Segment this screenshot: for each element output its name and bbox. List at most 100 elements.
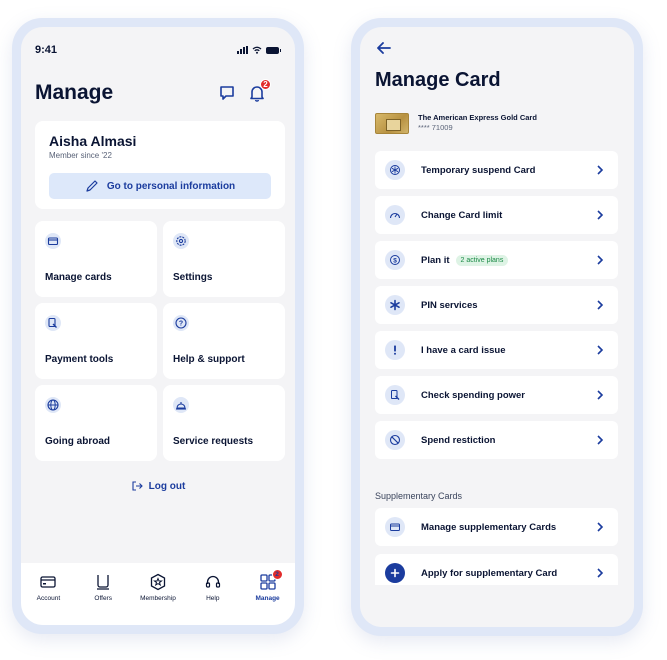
tile-label: Manage cards (45, 272, 112, 283)
card-number: **** 71009 (418, 123, 453, 132)
action-pin-services[interactable]: PIN services (375, 286, 618, 324)
tile-help-support[interactable]: ? Help & support (163, 303, 285, 379)
action-icon-bg (385, 205, 405, 225)
asterisk-icon (390, 299, 400, 311)
member-since: Member since '22 (49, 151, 112, 160)
chevron-right-icon (597, 390, 604, 400)
tile-label: Payment tools (45, 354, 114, 365)
chevron-right-icon (597, 300, 604, 310)
card-name: The American Express Gold Card (418, 113, 537, 122)
wifi-icon (252, 46, 262, 54)
signal-icon (237, 46, 248, 54)
chat-icon[interactable] (217, 83, 237, 103)
logout-label: Log out (148, 480, 186, 492)
action-icon-bg: $ (385, 250, 405, 270)
offers-bag-icon (97, 575, 110, 590)
service-bell-icon (173, 397, 189, 413)
personal-info-label: Go to personal information (106, 180, 236, 192)
help-headset-icon (205, 575, 220, 588)
settings-gear-icon (173, 233, 189, 249)
card-thumbnail (375, 113, 409, 134)
action-card-issue[interactable]: I have a card issue (375, 331, 618, 369)
page-title: Manage (35, 81, 114, 104)
action-spend-restriction[interactable]: Spend restiction (375, 421, 618, 459)
tab-badge: 2 (271, 569, 283, 580)
plan-dollar-icon: $ (390, 255, 400, 265)
spending-power-icon (391, 390, 400, 400)
tile-manage-cards[interactable]: Manage cards (35, 221, 157, 297)
svg-text:$: $ (393, 257, 397, 264)
pencil-icon (86, 180, 98, 192)
supplementary-section-label: Supplementary Cards (375, 491, 463, 501)
tab-label: Account (36, 595, 61, 602)
action-icon-bg (385, 160, 405, 180)
action-label: PIN services (421, 299, 478, 311)
restriction-icon (389, 434, 401, 446)
action-icon-bg (385, 430, 405, 450)
tab-label: Offers (94, 595, 112, 602)
chevron-right-icon (597, 210, 604, 220)
logout-button[interactable]: Log out (21, 480, 295, 492)
action-label: Spend restiction (421, 434, 496, 446)
card-icon (390, 523, 400, 531)
exclamation-icon (394, 345, 396, 355)
status-bar: 9:41 (35, 43, 281, 57)
help-question-icon: ? (173, 315, 189, 331)
membership-star-icon (150, 573, 166, 591)
action-icon-bg (385, 295, 405, 315)
action-label: Temporary suspend Card (421, 164, 536, 176)
profile-card: Aisha Almasi Member since '22 Go to pers… (35, 121, 285, 209)
action-label: Check spending power (421, 389, 525, 401)
chevron-right-icon (597, 568, 604, 578)
tile-settings[interactable]: Settings (163, 221, 285, 297)
phone-manage: 9:41 Manage 2 Aisha Almasi Member since … (12, 18, 304, 634)
logout-icon (132, 481, 143, 491)
action-label: I have a card issue (421, 344, 506, 356)
action-suspend-card[interactable]: Temporary suspend Card (375, 151, 618, 189)
action-label: Plan it (421, 254, 450, 266)
manage-card-screen: Manage Card The American Express Gold Ca… (360, 27, 634, 627)
page-title: Manage Card (375, 69, 501, 91)
chevron-right-icon (597, 345, 604, 355)
action-label: Apply for supplementary Card (421, 567, 558, 579)
tab-manage[interactable]: Manage 2 (243, 569, 293, 602)
status-icons (237, 46, 281, 54)
bottom-safe-area (360, 585, 634, 627)
chevron-right-icon (597, 435, 604, 445)
personal-info-button[interactable]: Go to personal information (49, 173, 271, 199)
phone-manage-card: Manage Card The American Express Gold Ca… (351, 18, 643, 636)
tab-membership[interactable]: Membership (133, 573, 183, 602)
status-time: 9:41 (35, 44, 58, 56)
bottom-tab-bar: Account Offers Membership Help Manage 2 (21, 563, 295, 625)
action-label: Manage supplementary Cards (421, 521, 557, 533)
plus-circle-icon (390, 568, 400, 578)
manage-screen: 9:41 Manage 2 Aisha Almasi Member since … (21, 27, 295, 625)
tile-label: Going abroad (45, 436, 110, 447)
payment-tools-icon (45, 315, 61, 331)
tile-label: Service requests (173, 436, 254, 447)
back-arrow-icon[interactable] (375, 39, 393, 57)
profile-name: Aisha Almasi (49, 133, 137, 149)
tile-going-abroad[interactable]: Going abroad (35, 385, 157, 461)
action-spending-power[interactable]: Check spending power (375, 376, 618, 414)
tab-account[interactable]: Account (23, 573, 73, 602)
action-plan-it[interactable]: $ Plan it 2 active plans (375, 241, 618, 279)
chevron-right-icon (597, 522, 604, 532)
action-change-limit[interactable]: Change Card limit (375, 196, 618, 234)
tab-label: Membership (140, 595, 176, 602)
tab-help[interactable]: Help (188, 573, 238, 602)
action-icon-bg (385, 563, 405, 583)
tab-offers[interactable]: Offers (78, 573, 128, 602)
tile-label: Settings (173, 272, 213, 283)
action-manage-supplementary[interactable]: Manage supplementary Cards (375, 508, 618, 546)
tile-service-requests[interactable]: Service requests (163, 385, 285, 461)
tile-label: Help & support (173, 354, 245, 365)
tile-payment-tools[interactable]: Payment tools (35, 303, 157, 379)
tab-label: Manage (255, 595, 280, 602)
gauge-icon (389, 212, 401, 219)
tab-label: Help (206, 595, 220, 602)
account-card-icon (40, 576, 57, 588)
battery-icon (266, 46, 281, 54)
action-icon-bg (385, 517, 405, 537)
active-plans-pill: 2 active plans (455, 254, 509, 266)
